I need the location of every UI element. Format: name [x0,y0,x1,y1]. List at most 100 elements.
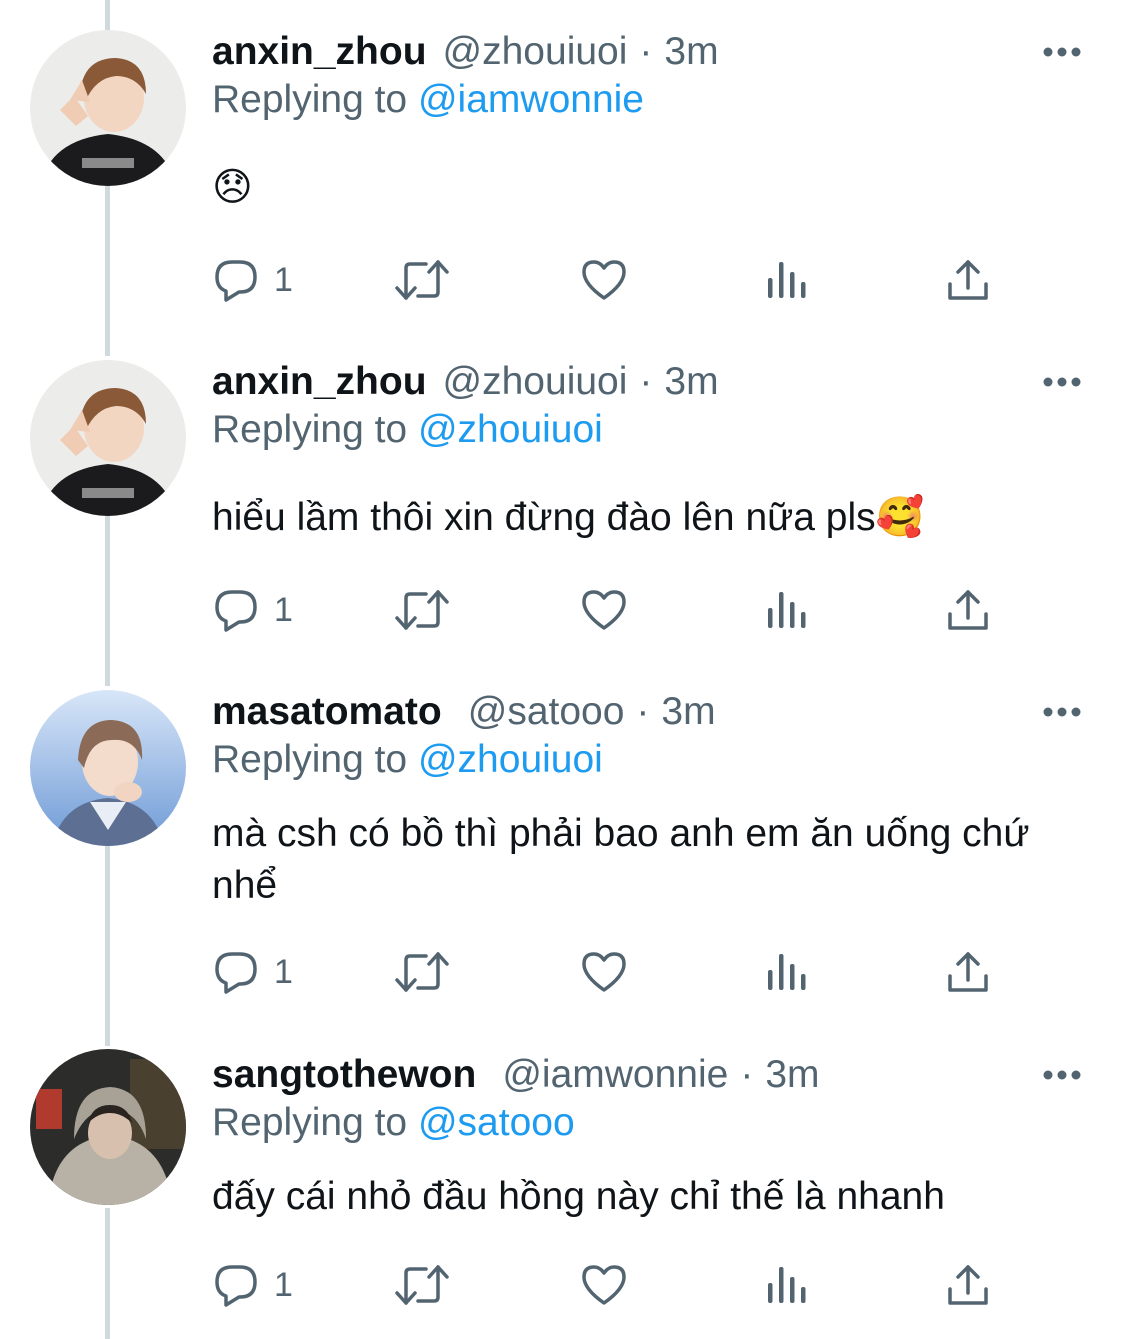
retweet-button[interactable] [394,1259,450,1311]
views-button[interactable] [764,1259,808,1311]
replying-to-label: Replying to [212,78,408,121]
replying-to-label: Replying to [212,738,408,781]
timestamp[interactable]: 3m [661,690,715,734]
more-icon[interactable] [1042,370,1082,394]
share-icon [948,260,988,300]
tweet-header: masatomato @satooo · 3m [212,686,716,738]
reply-count: 1 [274,1265,293,1304]
share-button[interactable] [946,946,990,998]
retweet-icon [395,260,449,300]
tweet-text: đấy cái nhỏ đầu hồng này chỉ thế là nhan… [212,1175,945,1218]
separator-dot: · [636,690,650,733]
avatar-photo-icon [30,30,186,186]
replying-to-label: Replying to [212,408,408,451]
more-icon[interactable] [1042,700,1082,724]
like-button[interactable] [580,1259,628,1311]
reply-count: 1 [274,590,293,629]
retweet-button[interactable] [394,254,450,306]
share-icon [948,952,988,992]
tweet-text: hiểu lầm thôi xin đừng đào lên nữa pls🥰 [212,496,925,539]
reply-button[interactable]: 1 [212,254,293,306]
avatar-photo-icon [30,690,186,846]
share-icon [948,590,988,630]
display-name[interactable]: sangtothewon [212,1053,476,1097]
reply-icon [215,1265,257,1307]
replying-to-mention[interactable]: @satooo [418,1101,575,1144]
display-name[interactable]: anxin_zhou [212,360,427,404]
views-icon [768,1267,806,1303]
tweet-header: anxin_zhou @zhouiuoi · 3m [212,26,719,78]
display-name[interactable]: masatomato [212,690,442,734]
tweet[interactable]: sangtothewon @iamwonnie · 3m Replying to… [0,1049,1125,1339]
avatar[interactable] [30,690,186,846]
replying-to: Replying to @zhouiuoi [212,738,603,782]
timestamp[interactable]: 3m [664,360,718,404]
action-bar: 1 [212,254,1012,306]
retweet-button[interactable] [394,946,450,998]
replying-to-mention[interactable]: @zhouiuoi [418,408,603,451]
avatar-photo-icon [30,1049,186,1205]
user-handle[interactable]: @satooo [468,690,625,734]
more-icon[interactable] [1042,1063,1082,1087]
tweet[interactable]: masatomato @satooo · 3m Replying to @zho… [0,686,1125,1016]
heart-icon [582,952,626,992]
tweet-text: 😞 [212,166,253,209]
separator-dot: · [740,1053,754,1096]
like-button[interactable] [580,254,628,306]
like-button[interactable] [580,584,628,636]
share-button[interactable] [946,1259,990,1311]
tweet-header: anxin_zhou @zhouiuoi · 3m [212,356,719,408]
avatar-photo-icon [30,360,186,516]
timestamp[interactable]: 3m [765,1053,819,1097]
retweet-button[interactable] [394,584,450,636]
action-bar: 1 [212,584,1012,636]
retweet-icon [395,952,449,992]
views-button[interactable] [764,254,808,306]
replying-to-mention[interactable]: @iamwonnie [418,78,644,121]
share-button[interactable] [946,584,990,636]
replying-to-label: Replying to [212,1101,408,1144]
views-icon [768,592,806,628]
share-icon [948,1265,988,1305]
avatar[interactable] [30,1049,186,1205]
timestamp[interactable]: 3m [664,30,718,74]
tweet-header: sangtothewon @iamwonnie · 3m [212,1049,820,1101]
reply-button[interactable]: 1 [212,1259,293,1311]
heart-icon [582,1265,626,1305]
user-handle[interactable]: @zhouiuoi [443,30,628,74]
tweet[interactable]: anxin_zhou @zhouiuoi · 3m Replying to @i… [0,26,1125,326]
avatar[interactable] [30,360,186,516]
views-icon [768,954,806,990]
replying-to: Replying to @satooo [212,1101,575,1145]
display-name[interactable]: anxin_zhou [212,30,427,74]
avatar[interactable] [30,30,186,186]
reply-count: 1 [274,952,293,991]
action-bar: 1 [212,1259,1012,1311]
action-bar: 1 [212,946,1012,998]
heart-icon [582,260,626,300]
views-button[interactable] [764,584,808,636]
views-button[interactable] [764,946,808,998]
heart-icon [582,590,626,630]
reply-button[interactable]: 1 [212,946,293,998]
replying-to: Replying to @zhouiuoi [212,408,603,452]
replying-to: Replying to @iamwonnie [212,78,644,122]
user-handle[interactable]: @zhouiuoi [443,360,628,404]
views-icon [768,262,806,298]
retweet-icon [395,1265,449,1305]
separator-dot: · [639,30,653,73]
more-icon[interactable] [1042,40,1082,64]
separator-dot: · [639,360,653,403]
retweet-icon [395,590,449,630]
reply-button[interactable]: 1 [212,584,293,636]
replying-to-mention[interactable]: @zhouiuoi [418,738,603,781]
like-button[interactable] [580,946,628,998]
reply-count: 1 [274,260,293,299]
tweet[interactable]: anxin_zhou @zhouiuoi · 3m Replying to @z… [0,356,1125,656]
reply-icon [215,952,257,994]
tweet-text: mà csh có bồ thì phải bao anh em ăn uống… [212,812,1030,907]
reply-icon [215,590,257,632]
share-button[interactable] [946,254,990,306]
reply-icon [215,260,257,302]
user-handle[interactable]: @iamwonnie [502,1053,728,1097]
